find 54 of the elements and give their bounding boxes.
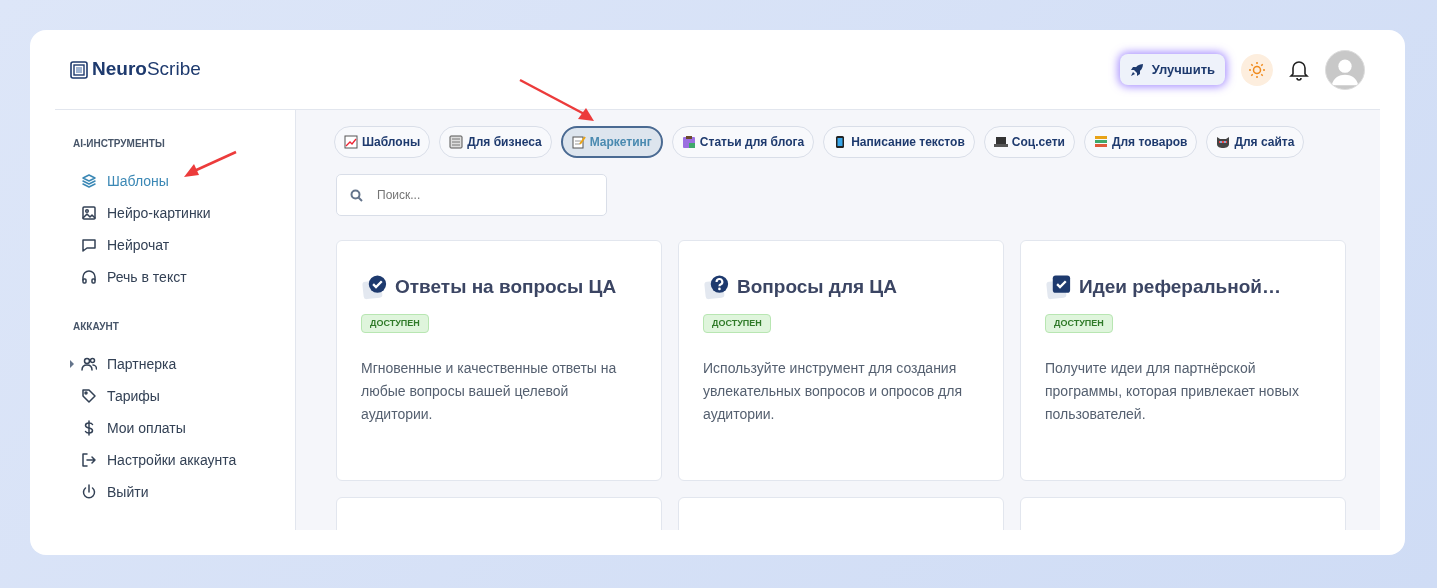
category-chip[interactable]: Статьи для блога [671, 126, 815, 158]
sidebar-item[interactable]: Тарифы [73, 380, 295, 412]
sidebar-item[interactable]: Нейрочат [73, 229, 295, 261]
sidebar-item[interactable]: Нейро-картинки [73, 197, 295, 229]
sidebar-item[interactable]: Шаблоны [73, 165, 295, 197]
newspaper-icon [449, 135, 464, 149]
headphones-icon [81, 269, 97, 285]
books-icon [1093, 135, 1108, 149]
card-description: Используйте инструмент для создания увлекательных вопросов и опросов для аудитории. [703, 359, 964, 424]
card-title: Вопросы для ЦА [737, 275, 897, 299]
annotation-arrow [182, 150, 238, 180]
card-title: Идеи реферальной… [1079, 275, 1282, 299]
rocket-icon [1129, 62, 1144, 77]
clipboard-icon [681, 135, 696, 149]
category-chip[interactable]: Написание текстов [823, 126, 975, 158]
memo-icon [571, 135, 586, 149]
sidebar-item[interactable]: Настройки аккаунта [73, 444, 295, 476]
section-title: АККАУНТ [73, 320, 120, 334]
power-icon [81, 484, 97, 500]
template-card[interactable]: Вопросы для ЦА ДОСТУПЕН Используйте инструмент для создания увлекательных вопросов и опросов для аудитории. [678, 240, 1004, 481]
sidebar-item[interactable]: Выйти [73, 476, 295, 508]
exit-icon [81, 452, 97, 468]
search-icon [350, 189, 363, 202]
category-chip[interactable]: Для товаров [1083, 126, 1198, 158]
chat-bubble-icon [81, 237, 97, 253]
category-chip[interactable]: Шаблоны [334, 126, 431, 158]
template-card[interactable]: Ответы на вопросы ЦА ДОСТУПЕН Мгновенные и качественные ответы на любые вопросы вашей целевой аудитории. [336, 240, 662, 481]
sun-icon [1248, 60, 1266, 79]
logo-text[interactable]: NeuroScribe [92, 55, 201, 84]
caret-icon[interactable] [69, 360, 75, 368]
category-chip[interactable]: Для бизнеса [439, 126, 552, 158]
status-badge: ДОСТУПЕН [361, 313, 429, 333]
tag-icon [81, 388, 97, 404]
card-title: Ответы на вопросы ЦА [395, 275, 617, 299]
sidebar-item[interactable]: Партнерка [73, 348, 295, 380]
category-chip[interactable]: Соц.сети [983, 126, 1075, 158]
template-card[interactable]: Идеи реферальной… ДОСТУПЕН Получите идеи для партнёрской программы, которая привлекает новых пользователей. [1020, 240, 1346, 481]
status-badge: ДОСТУПЕН [1045, 313, 1113, 333]
card-description: Получите идеи для партнёрской программы, которая привлекает новых пользователей. [1045, 359, 1300, 424]
chart-icon [344, 135, 358, 149]
section-title: AI-ИНСТРУМЕНТЫ [73, 137, 166, 151]
layers-icon [81, 173, 97, 189]
bell-icon[interactable] [1289, 58, 1309, 81]
card-description: Мгновенные и качественные ответы на любые вопросы вашей целевой аудитории. [361, 359, 618, 424]
sidebar-item[interactable]: Мои оплаты [73, 412, 295, 444]
upgrade-button[interactable]: Улучшить [1119, 53, 1225, 86]
users-icon [81, 356, 97, 372]
category-chip[interactable]: Для сайта [1206, 126, 1305, 158]
image-icon [81, 205, 97, 221]
theme-toggle-button[interactable] [1241, 53, 1273, 86]
sidebar-item[interactable]: Речь в текст [73, 261, 295, 293]
status-badge: ДОСТУПЕН [703, 313, 771, 333]
search-field[interactable]: Поиск... [336, 174, 607, 216]
logo-icon [70, 60, 88, 79]
